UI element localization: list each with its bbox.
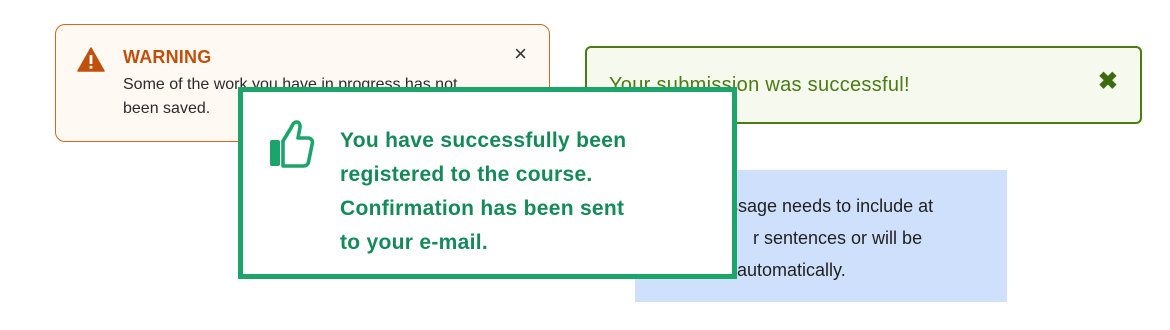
confirmation-message: You have successfully been registered to… bbox=[340, 124, 700, 260]
confirmation-line: You have successfully been bbox=[340, 129, 627, 152]
registration-confirmation-card: You have successfully been registered to… bbox=[238, 87, 737, 279]
alert-showcase: WARNING Some of the work you have in pro… bbox=[0, 0, 1170, 330]
confirmation-line: registered to the course. bbox=[340, 163, 593, 186]
close-icon[interactable]: ✖ bbox=[1098, 70, 1118, 94]
thumbs-up-icon bbox=[270, 120, 315, 168]
confirmation-line: to your e-mail. bbox=[340, 231, 489, 254]
warning-title: WARNING bbox=[123, 47, 212, 67]
confirmation-line: Confirmation has been sent bbox=[340, 197, 625, 220]
close-icon[interactable]: × bbox=[514, 43, 527, 65]
warning-triangle-icon bbox=[77, 47, 105, 72]
